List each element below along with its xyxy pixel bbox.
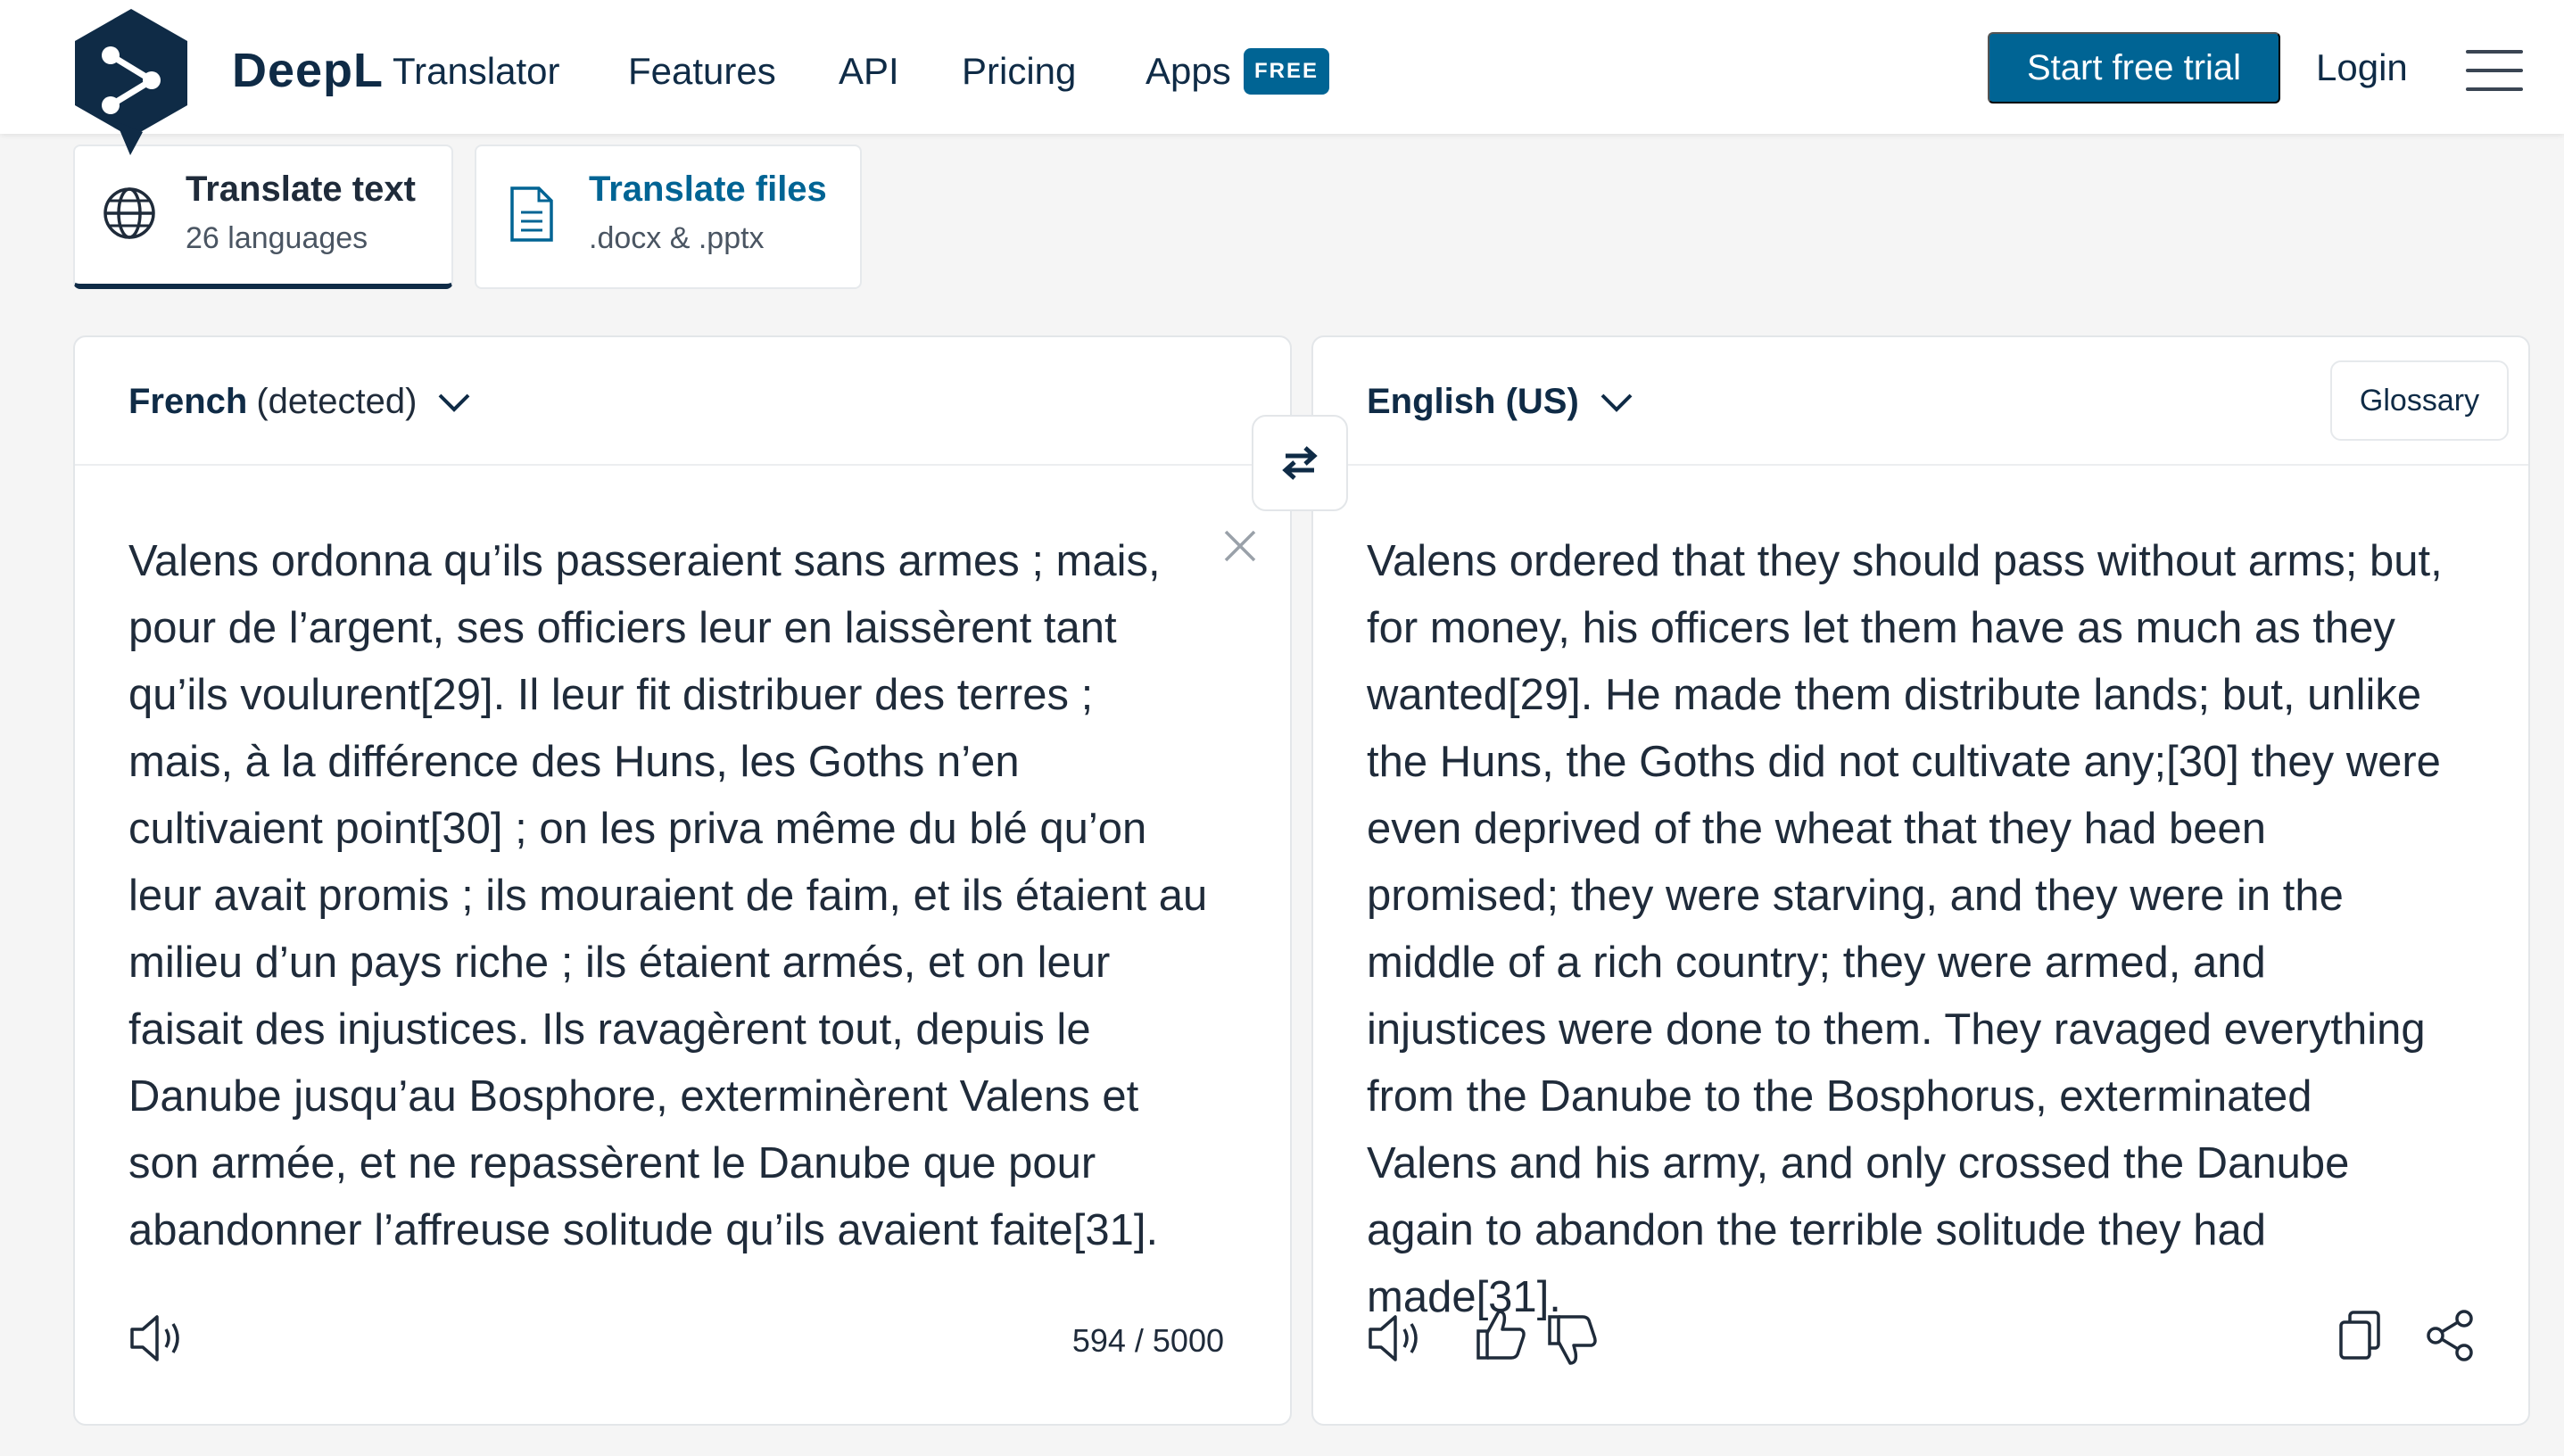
nav-pricing[interactable]: Pricing xyxy=(962,50,1076,93)
target-language-select[interactable]: English (US) xyxy=(1367,382,1634,422)
character-count: 594 / 5000 xyxy=(1071,1322,1224,1359)
detected-label: (detected) xyxy=(256,382,418,421)
tab-translate-files-title: Translate files xyxy=(589,170,827,209)
source-text-input[interactable]: Valens ordonna qu’ils passeraient sans a… xyxy=(128,528,1208,1264)
target-text-output[interactable]: Valens ordered that they should pass wit… xyxy=(1367,528,2446,1331)
thumbs-up-icon[interactable] xyxy=(1476,1308,1527,1361)
deepl-logo-icon[interactable] xyxy=(71,7,191,155)
free-badge: FREE xyxy=(1244,48,1329,95)
tab-translate-files[interactable]: Translate files .docx & .pptx xyxy=(475,145,862,289)
speaker-icon[interactable] xyxy=(128,1313,186,1363)
chevron-down-icon xyxy=(439,393,470,412)
tab-translate-text-title: Translate text xyxy=(186,170,416,209)
start-free-trial-button[interactable]: Start free trial xyxy=(1988,32,2280,103)
speaker-icon[interactable] xyxy=(1367,1313,1424,1363)
hamburger-menu-icon[interactable] xyxy=(2466,50,2523,91)
thumbs-down-icon[interactable] xyxy=(1547,1313,1599,1367)
top-navbar: DeepL Translator Features API Pricing Ap… xyxy=(0,0,2564,155)
swap-arrows-icon xyxy=(1282,446,1318,480)
login-link[interactable]: Login xyxy=(2316,46,2408,89)
source-language-select[interactable]: French (detected) xyxy=(128,382,472,422)
source-language-label: French xyxy=(128,382,248,421)
tab-translate-text-subtitle: 26 languages xyxy=(186,221,368,255)
share-icon[interactable] xyxy=(2425,1310,2475,1361)
chevron-down-icon xyxy=(1600,393,1633,412)
target-panel: English (US) Glossary Valens ordered tha… xyxy=(1311,335,2530,1426)
nav-apps[interactable]: Apps xyxy=(1146,50,1231,93)
copy-icon[interactable] xyxy=(2337,1310,2382,1361)
swap-languages-button[interactable] xyxy=(1252,415,1348,511)
nav-features[interactable]: Features xyxy=(628,50,776,93)
source-panel: French (detected) Valens ordonna qu’ils … xyxy=(73,335,1292,1426)
tab-translate-text[interactable]: Translate text 26 languages xyxy=(73,145,453,289)
document-icon xyxy=(510,186,553,242)
brand-subtitle[interactable]: Translator xyxy=(393,50,560,93)
brand-name[interactable]: DeepL xyxy=(232,43,384,98)
source-panel-header: French (detected) xyxy=(75,337,1290,466)
glossary-button[interactable]: Glossary xyxy=(2330,360,2509,441)
tab-translate-files-subtitle: .docx & .pptx xyxy=(589,221,765,255)
nav-api[interactable]: API xyxy=(839,50,899,93)
target-panel-header: English (US) Glossary xyxy=(1313,337,2528,466)
globe-icon xyxy=(103,187,155,239)
target-language-label: English (US) xyxy=(1367,382,1579,421)
close-icon[interactable] xyxy=(1222,528,1258,564)
